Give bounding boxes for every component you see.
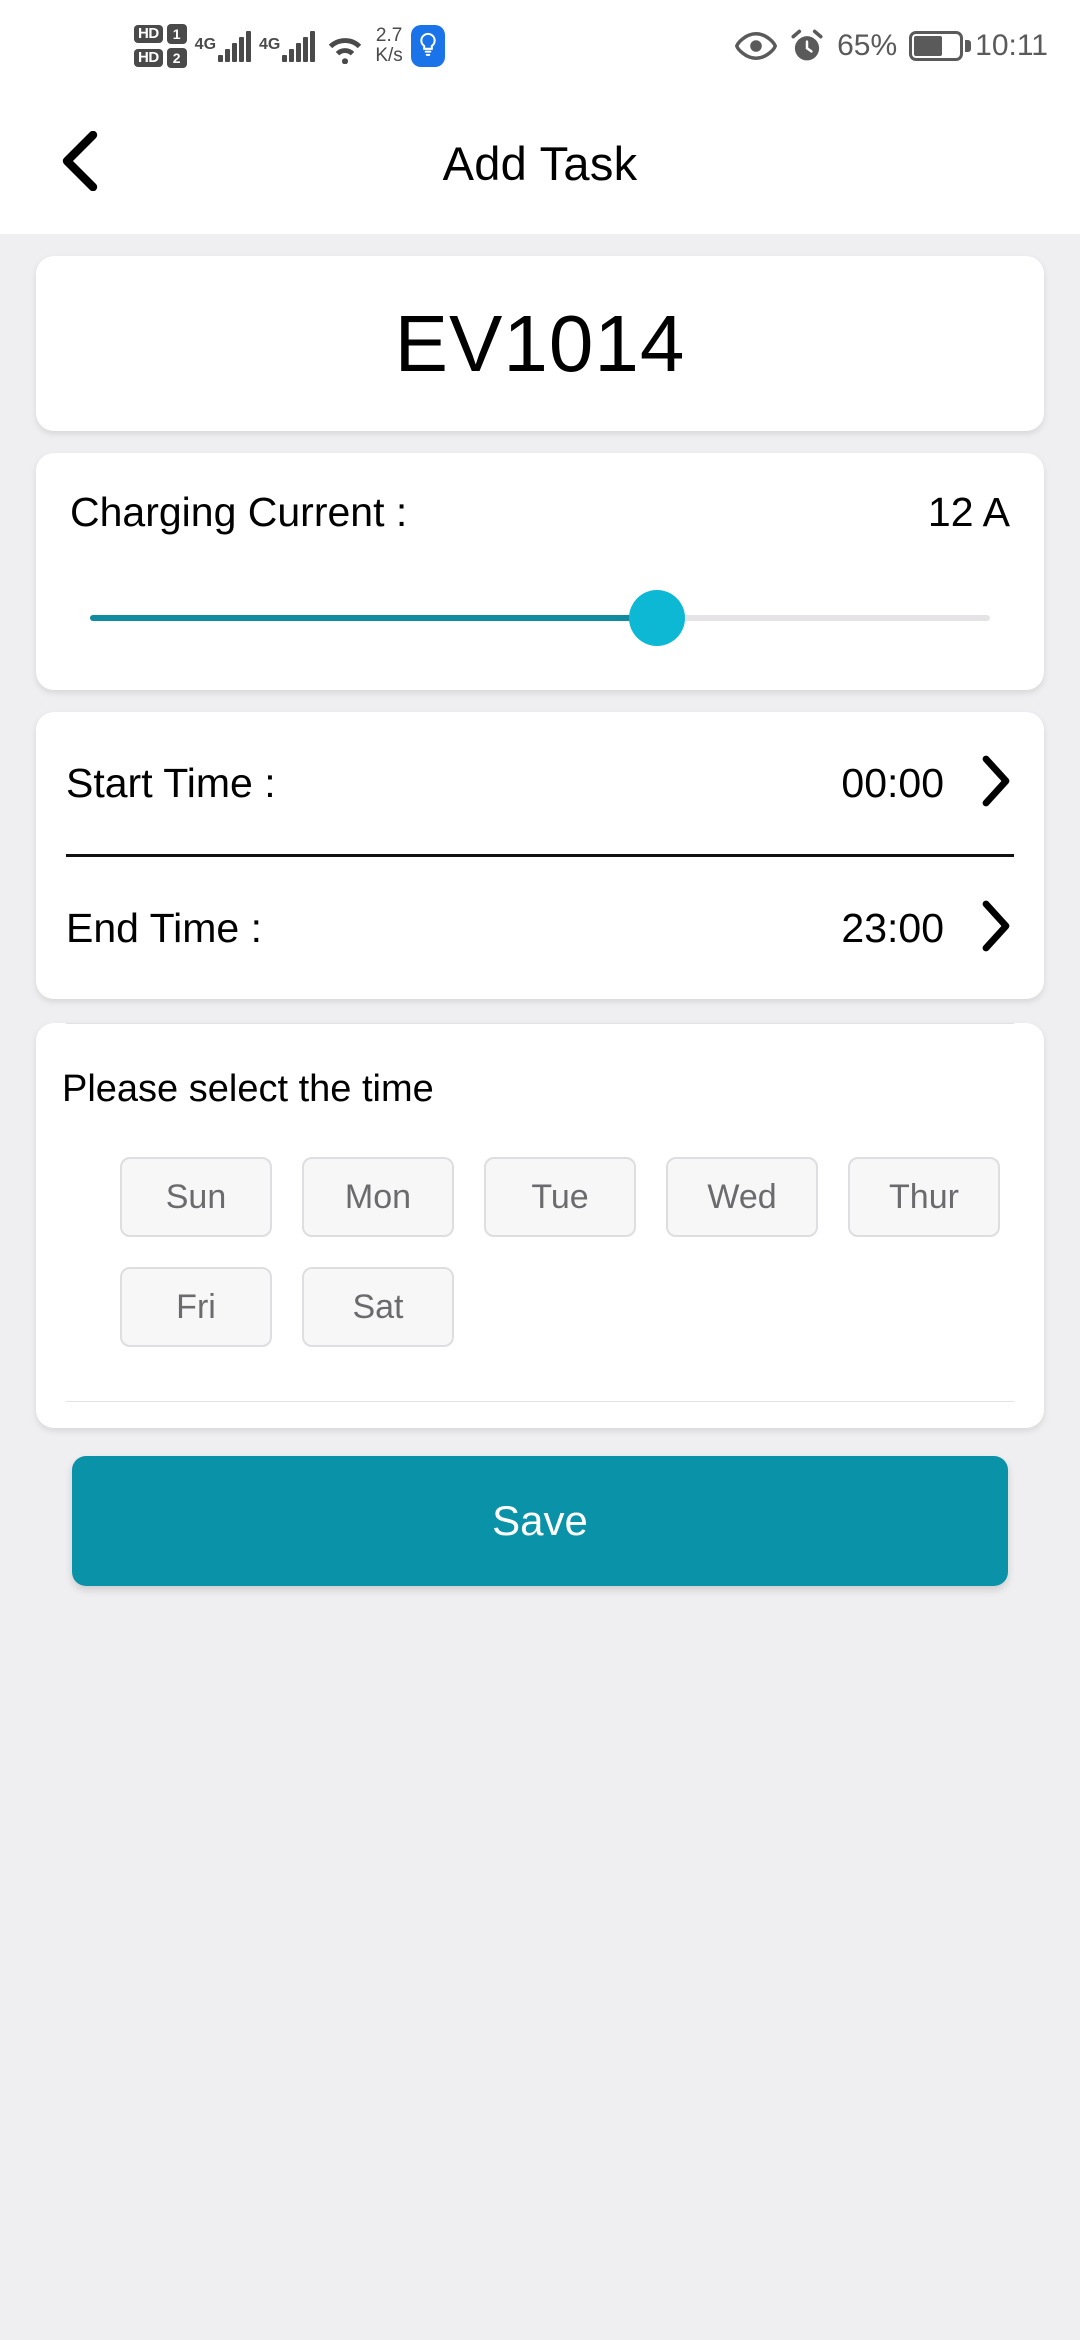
start-time-label: Start Time : xyxy=(66,759,276,806)
chevron-left-icon xyxy=(59,130,103,196)
status-bar-clock: 10:11 xyxy=(975,29,1048,62)
network-speed-unit: K/s xyxy=(375,45,403,66)
wifi-icon xyxy=(323,28,367,64)
eye-comfort-icon xyxy=(735,31,778,61)
sim2-number: 2 xyxy=(166,48,187,68)
end-time-row[interactable]: End Time : 23:00 xyxy=(36,857,1044,999)
start-time-value: 00:00 xyxy=(841,759,944,806)
day-chip-fri[interactable]: Fri xyxy=(120,1267,272,1347)
sim2-hd-row: HD 2 xyxy=(134,48,187,68)
schedule-time-card: Start Time : 00:00 End Time : 23:00 xyxy=(36,712,1044,999)
app-bar: Add Task xyxy=(0,92,1080,234)
sim2-network-label: 4G xyxy=(259,36,281,53)
main-content: EV1014 Charging Current : 12 A Start Tim… xyxy=(0,256,1080,1586)
sim1-hd-row: HD 1 xyxy=(134,24,187,44)
battery-icon xyxy=(909,31,972,61)
status-bar-right-group: 65% 10:11 xyxy=(735,0,1048,92)
end-time-label: End Time : xyxy=(66,904,262,951)
chevron-right-icon xyxy=(978,755,1014,812)
day-selection-hint: Please select the time xyxy=(62,1068,434,1110)
day-chip-sun[interactable]: Sun xyxy=(120,1157,272,1237)
network-speed-indicator: 2.7 K/s xyxy=(375,26,402,66)
start-time-row[interactable]: Start Time : 00:00 xyxy=(36,712,1044,854)
days-card-bottom-divider xyxy=(66,1401,1014,1402)
alarm-clock-icon xyxy=(789,28,825,64)
day-chip-sat[interactable]: Sat xyxy=(302,1267,454,1347)
chevron-right-icon xyxy=(978,900,1014,957)
network-speed-value: 2.7 xyxy=(375,25,403,47)
lightbulb-icon xyxy=(410,25,445,67)
end-time-value: 23:00 xyxy=(841,904,944,951)
sim1-signal-indicator: 4G xyxy=(194,30,252,62)
signal-bars-icon xyxy=(218,30,252,62)
back-button[interactable] xyxy=(36,118,126,208)
charging-current-value: 12 A xyxy=(927,489,1010,535)
charging-current-slider[interactable] xyxy=(90,590,990,646)
sim1-network-label: 4G xyxy=(194,36,217,53)
slider-thumb[interactable] xyxy=(629,590,685,646)
status-bar-left-group: HD 1 HD 2 4G 4G 2.7 K/s xyxy=(134,0,445,92)
day-selection-card: Please select the time Sun Mon Tue Wed Thur F… xyxy=(36,1023,1044,1428)
day-chip-thur[interactable]: Thur xyxy=(848,1157,1000,1237)
device-name-card: EV1014 xyxy=(36,256,1044,431)
signal-bars-icon xyxy=(282,30,316,62)
page-title: Add Task xyxy=(442,136,638,190)
charging-current-row: Charging Current : 12 A xyxy=(36,489,1044,536)
day-chip-grid: Sun Mon Tue Wed Thur Fri Sat xyxy=(36,1111,1044,1377)
charging-current-card: Charging Current : 12 A xyxy=(36,453,1044,690)
dual-sim-hd-indicator: HD 1 HD 2 xyxy=(134,24,187,68)
sim2-signal-indicator: 4G xyxy=(259,30,316,62)
charging-current-label: Charging Current : xyxy=(70,489,408,535)
hd-label-sim2: HD xyxy=(134,48,163,68)
day-chip-tue[interactable]: Tue xyxy=(484,1157,636,1237)
battery-percent-label: 65% xyxy=(837,29,898,62)
sim1-number: 1 xyxy=(166,24,187,44)
status-bar: HD 1 HD 2 4G 4G 2.7 K/s 65% 10:11 xyxy=(0,0,1080,92)
device-name: EV1014 xyxy=(394,298,686,388)
slider-track-fill xyxy=(90,615,657,621)
hd-label-sim1: HD xyxy=(134,24,163,44)
day-chip-mon[interactable]: Mon xyxy=(302,1157,454,1237)
day-chip-wed[interactable]: Wed xyxy=(666,1157,818,1237)
save-button[interactable]: Save xyxy=(72,1456,1008,1586)
